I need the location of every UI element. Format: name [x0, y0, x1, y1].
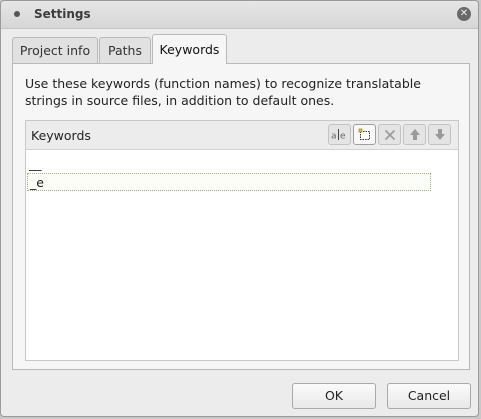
tab-keywords[interactable]: Keywords: [152, 34, 227, 64]
rename-keyword-button[interactable]: a e: [328, 124, 351, 145]
rename-icon: a e: [331, 129, 346, 142]
add-keyword-button[interactable]: [353, 124, 376, 145]
tab-project-info[interactable]: Project info: [12, 37, 98, 63]
keywords-list-header: Keywords a e: [26, 121, 458, 150]
keywords-panel: Use these keywords (function names) to r…: [12, 63, 470, 370]
close-icon[interactable]: ✕: [457, 7, 471, 21]
move-down-button[interactable]: [428, 124, 451, 145]
move-up-button[interactable]: [403, 124, 426, 145]
keyword-label: __: [29, 156, 42, 171]
delete-keyword-button[interactable]: [378, 124, 401, 145]
ok-button[interactable]: OK: [292, 383, 376, 409]
window-menu-icon[interactable]: [14, 11, 20, 17]
keyword-item-selected[interactable]: _e: [27, 173, 431, 191]
arrow-up-icon: [409, 129, 420, 140]
keyword-item[interactable]: __: [27, 155, 431, 173]
svg-text:e: e: [340, 132, 346, 142]
tab-paths[interactable]: Paths: [99, 37, 151, 63]
new-item-icon: [358, 128, 370, 140]
tab-label: Paths: [108, 43, 142, 58]
tab-label: Project info: [19, 43, 91, 58]
arrow-down-icon: [434, 129, 445, 140]
keyword-label: _e: [30, 175, 44, 190]
window-title: Settings: [34, 7, 91, 21]
keywords-list-title: Keywords: [31, 128, 91, 143]
delete-icon: [384, 129, 395, 140]
cancel-button[interactable]: Cancel: [387, 383, 471, 409]
svg-text:a: a: [331, 132, 337, 142]
keywords-description: Use these keywords (function names) to r…: [25, 76, 421, 108]
settings-dialog: Settings ✕ Project info Paths Keywords U…: [0, 0, 479, 417]
keywords-list[interactable]: Keywords a e __ _e: [25, 120, 459, 361]
title-bar[interactable]: Settings ✕: [1, 1, 478, 29]
tab-label: Keywords: [159, 42, 220, 57]
